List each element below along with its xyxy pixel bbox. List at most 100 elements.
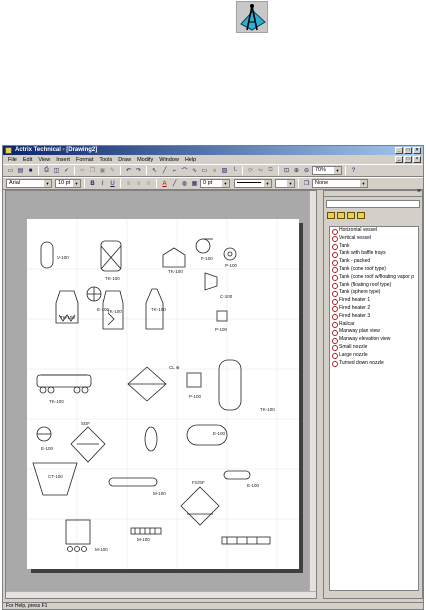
vessel-shape[interactable] [144,426,158,452]
reactor-shape[interactable] [70,426,106,463]
stencil-item[interactable]: Fired heater 1 [330,297,418,305]
redo-icon[interactable]: ↷ [134,166,143,175]
check-valve-shape[interactable] [186,372,202,388]
stencil-item[interactable]: Tank (sphere type) [330,289,418,297]
pump-shape-1[interactable] [223,247,237,261]
save-icon[interactable]: ■ [26,166,35,175]
menu-insert[interactable]: Insert [53,157,73,163]
arrow-style-select[interactable] [275,179,295,188]
font-color-icon[interactable]: A [160,179,169,188]
stencil-open-icon[interactable] [327,212,335,219]
spellcheck-icon[interactable]: ✓ [62,166,71,175]
menu-modify[interactable]: Modify [134,157,156,163]
context-help-icon[interactable]: ? [349,166,358,175]
stencil-library-icon[interactable] [357,212,365,219]
stencil-save-icon[interactable] [347,212,355,219]
kiln-shape[interactable] [65,519,91,552]
menu-draw[interactable]: Draw [115,157,134,163]
underline-button[interactable]: U [108,179,117,188]
italic-button[interactable]: I [98,179,107,188]
cone-roof-tank-shape[interactable] [162,247,186,268]
align-left-icon[interactable]: ≡ [124,179,133,188]
railcar-shape[interactable] [36,374,92,394]
align-center-icon[interactable]: ≡ [134,179,143,188]
stencil-item[interactable]: Tank - packed [330,258,418,266]
maximize-button[interactable]: □ [404,147,412,154]
align-right-icon[interactable]: ≡ [144,179,153,188]
stencil-item[interactable]: Turned down nozzle [330,360,418,368]
image-tool-icon[interactable]: ▧ [220,166,229,175]
select-pointer-icon[interactable]: ↖ [150,166,159,175]
stencil-item[interactable]: Railcar [330,321,418,329]
drawing-horizontal-scrollbar[interactable] [6,591,316,598]
font-size-select[interactable]: 10 pt [55,179,81,188]
polyline-tool-icon[interactable]: ⌐ [170,166,179,175]
new-icon[interactable]: ▭ [6,166,15,175]
font-select[interactable]: Arial [6,179,52,188]
filter-shape[interactable] [127,366,167,402]
zoom-page-icon[interactable]: ⊡ [282,166,291,175]
conveyor-shape-2[interactable] [221,536,271,545]
rotate-icon[interactable]: ⟳ [246,166,255,175]
screw-conveyor-shape[interactable] [130,527,162,535]
zoom-in-icon[interactable]: ⊕ [292,166,301,175]
stencil-item[interactable]: Manway plan view [330,328,418,336]
cut-icon[interactable]: ✂ [78,166,87,175]
zoom-select[interactable]: 70% [312,166,342,175]
bold-button[interactable]: B [88,179,97,188]
print-icon[interactable]: ⎙ [42,166,51,175]
line-tool-icon[interactable]: ╱ [160,166,169,175]
paste-icon[interactable]: ▣ [98,166,107,175]
drawing-area[interactable]: V-100 F-100 TK-100 TK-100 P-100 E-100 C-… [5,190,317,599]
stencil-item[interactable]: Manway elevation view [330,336,418,344]
stencil-item[interactable]: Tank with baffle trays [330,250,418,258]
undo-icon[interactable]: ↶ [124,166,133,175]
stencil-item[interactable]: Vertical vessel [330,235,418,243]
open-icon[interactable]: ▤ [16,166,25,175]
line-color-icon[interactable]: ╱ [170,179,179,188]
fill-color-icon[interactable]: ◍ [180,179,189,188]
blower-shape[interactable] [195,238,213,254]
stencil-panel-header[interactable] [324,188,422,197]
menu-tools[interactable]: Tools [96,157,115,163]
motor-shape[interactable] [216,310,228,322]
conveyor-shape-1[interactable] [108,477,158,487]
print-preview-icon[interactable]: ◫ [52,166,61,175]
vertical-vessel-shape[interactable] [40,241,54,269]
stencil-library-field[interactable] [326,200,420,208]
baffle-tank-shape[interactable] [100,240,122,272]
menu-view[interactable]: View [35,157,53,163]
rectangle-tool-icon[interactable]: ▭ [200,166,209,175]
doc-minimize-button[interactable]: _ [395,156,403,163]
copy-icon[interactable]: ❐ [88,166,97,175]
connector-tool-icon[interactable]: └ [230,166,239,175]
line-weight-select[interactable]: 0 pt [200,179,230,188]
separator-shape[interactable] [180,486,220,526]
pattern-icon[interactable]: ▦ [190,179,199,188]
doc-close-button[interactable]: × [413,156,421,163]
compressor-shape[interactable] [204,272,218,291]
stencil-item[interactable]: Tank (cone roof w/floating vapor p [330,274,418,282]
heat-exchanger-shape-2[interactable] [36,426,52,442]
drawing-vertical-scrollbar[interactable] [309,191,316,598]
ellipse-tool-icon[interactable]: ○ [210,166,219,175]
menu-format[interactable]: Format [73,157,96,163]
close-button[interactable]: × [413,147,421,154]
stencil-item[interactable]: Fired heater 3 [330,313,418,321]
stencil-item[interactable]: Horizontal vessel [330,227,418,235]
stencil-item[interactable]: Tank (floating roof type) [330,282,418,290]
doc-restore-button[interactable]: □ [404,156,412,163]
menu-window[interactable]: Window [156,157,182,163]
stencil-item[interactable]: Large nozzle [330,352,418,360]
group-icon[interactable]: ⧉ [266,166,275,175]
cooling-tower-shape[interactable] [32,462,78,496]
drawing-page[interactable]: V-100 F-100 TK-100 TK-100 P-100 E-100 C-… [27,219,299,569]
line-style-select[interactable] [234,179,272,188]
heat-exchanger-shape-1[interactable] [86,286,102,302]
curve-tool-icon[interactable]: ∿ [190,166,199,175]
stencil-folder-icon[interactable] [337,212,345,219]
u-tube-exchanger-shape[interactable] [223,470,251,480]
menu-edit[interactable]: Edit [20,157,35,163]
minimize-button[interactable]: _ [395,147,403,154]
zoom-out-icon[interactable]: ⊖ [302,166,311,175]
